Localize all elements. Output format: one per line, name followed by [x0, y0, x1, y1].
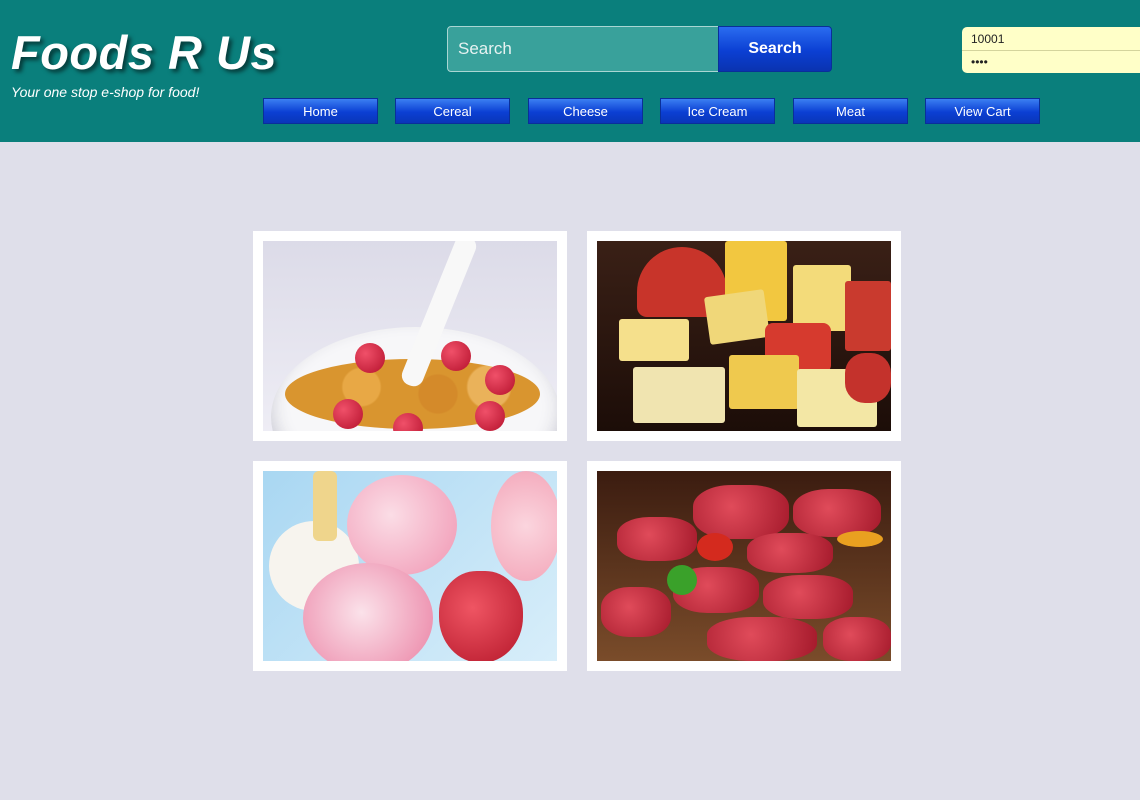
cheese-image[interactable]: [597, 241, 891, 431]
cereal-image[interactable]: [263, 241, 557, 431]
nav-ice-cream-button[interactable]: Ice Cream: [660, 98, 775, 124]
login-form: [962, 27, 1140, 73]
nav-view-cart-button[interactable]: View Cart: [925, 98, 1040, 124]
cereal-tile[interactable]: [253, 231, 567, 441]
cheese-tile[interactable]: [587, 231, 901, 441]
nav-cereal-button[interactable]: Cereal: [395, 98, 510, 124]
ice-cream-tile[interactable]: [253, 461, 567, 671]
site-title[interactable]: Foods R Us: [11, 26, 277, 80]
site-tagline: Your one stop e-shop for food!: [11, 84, 200, 100]
meat-image[interactable]: [597, 471, 891, 661]
ice-cream-image[interactable]: [263, 471, 557, 661]
search-input[interactable]: [447, 26, 719, 72]
site-header: Foods R Us Your one stop e-shop for food…: [0, 0, 1140, 142]
meat-tile[interactable]: [587, 461, 901, 671]
nav-meat-button[interactable]: Meat: [793, 98, 908, 124]
password-field[interactable]: [962, 50, 1140, 73]
nav-cheese-button[interactable]: Cheese: [528, 98, 643, 124]
search-button[interactable]: Search: [718, 26, 832, 72]
nav-home-button[interactable]: Home: [263, 98, 378, 124]
brand: Foods R Us Your one stop e-shop for food…: [11, 26, 277, 100]
username-field[interactable]: [962, 27, 1140, 50]
